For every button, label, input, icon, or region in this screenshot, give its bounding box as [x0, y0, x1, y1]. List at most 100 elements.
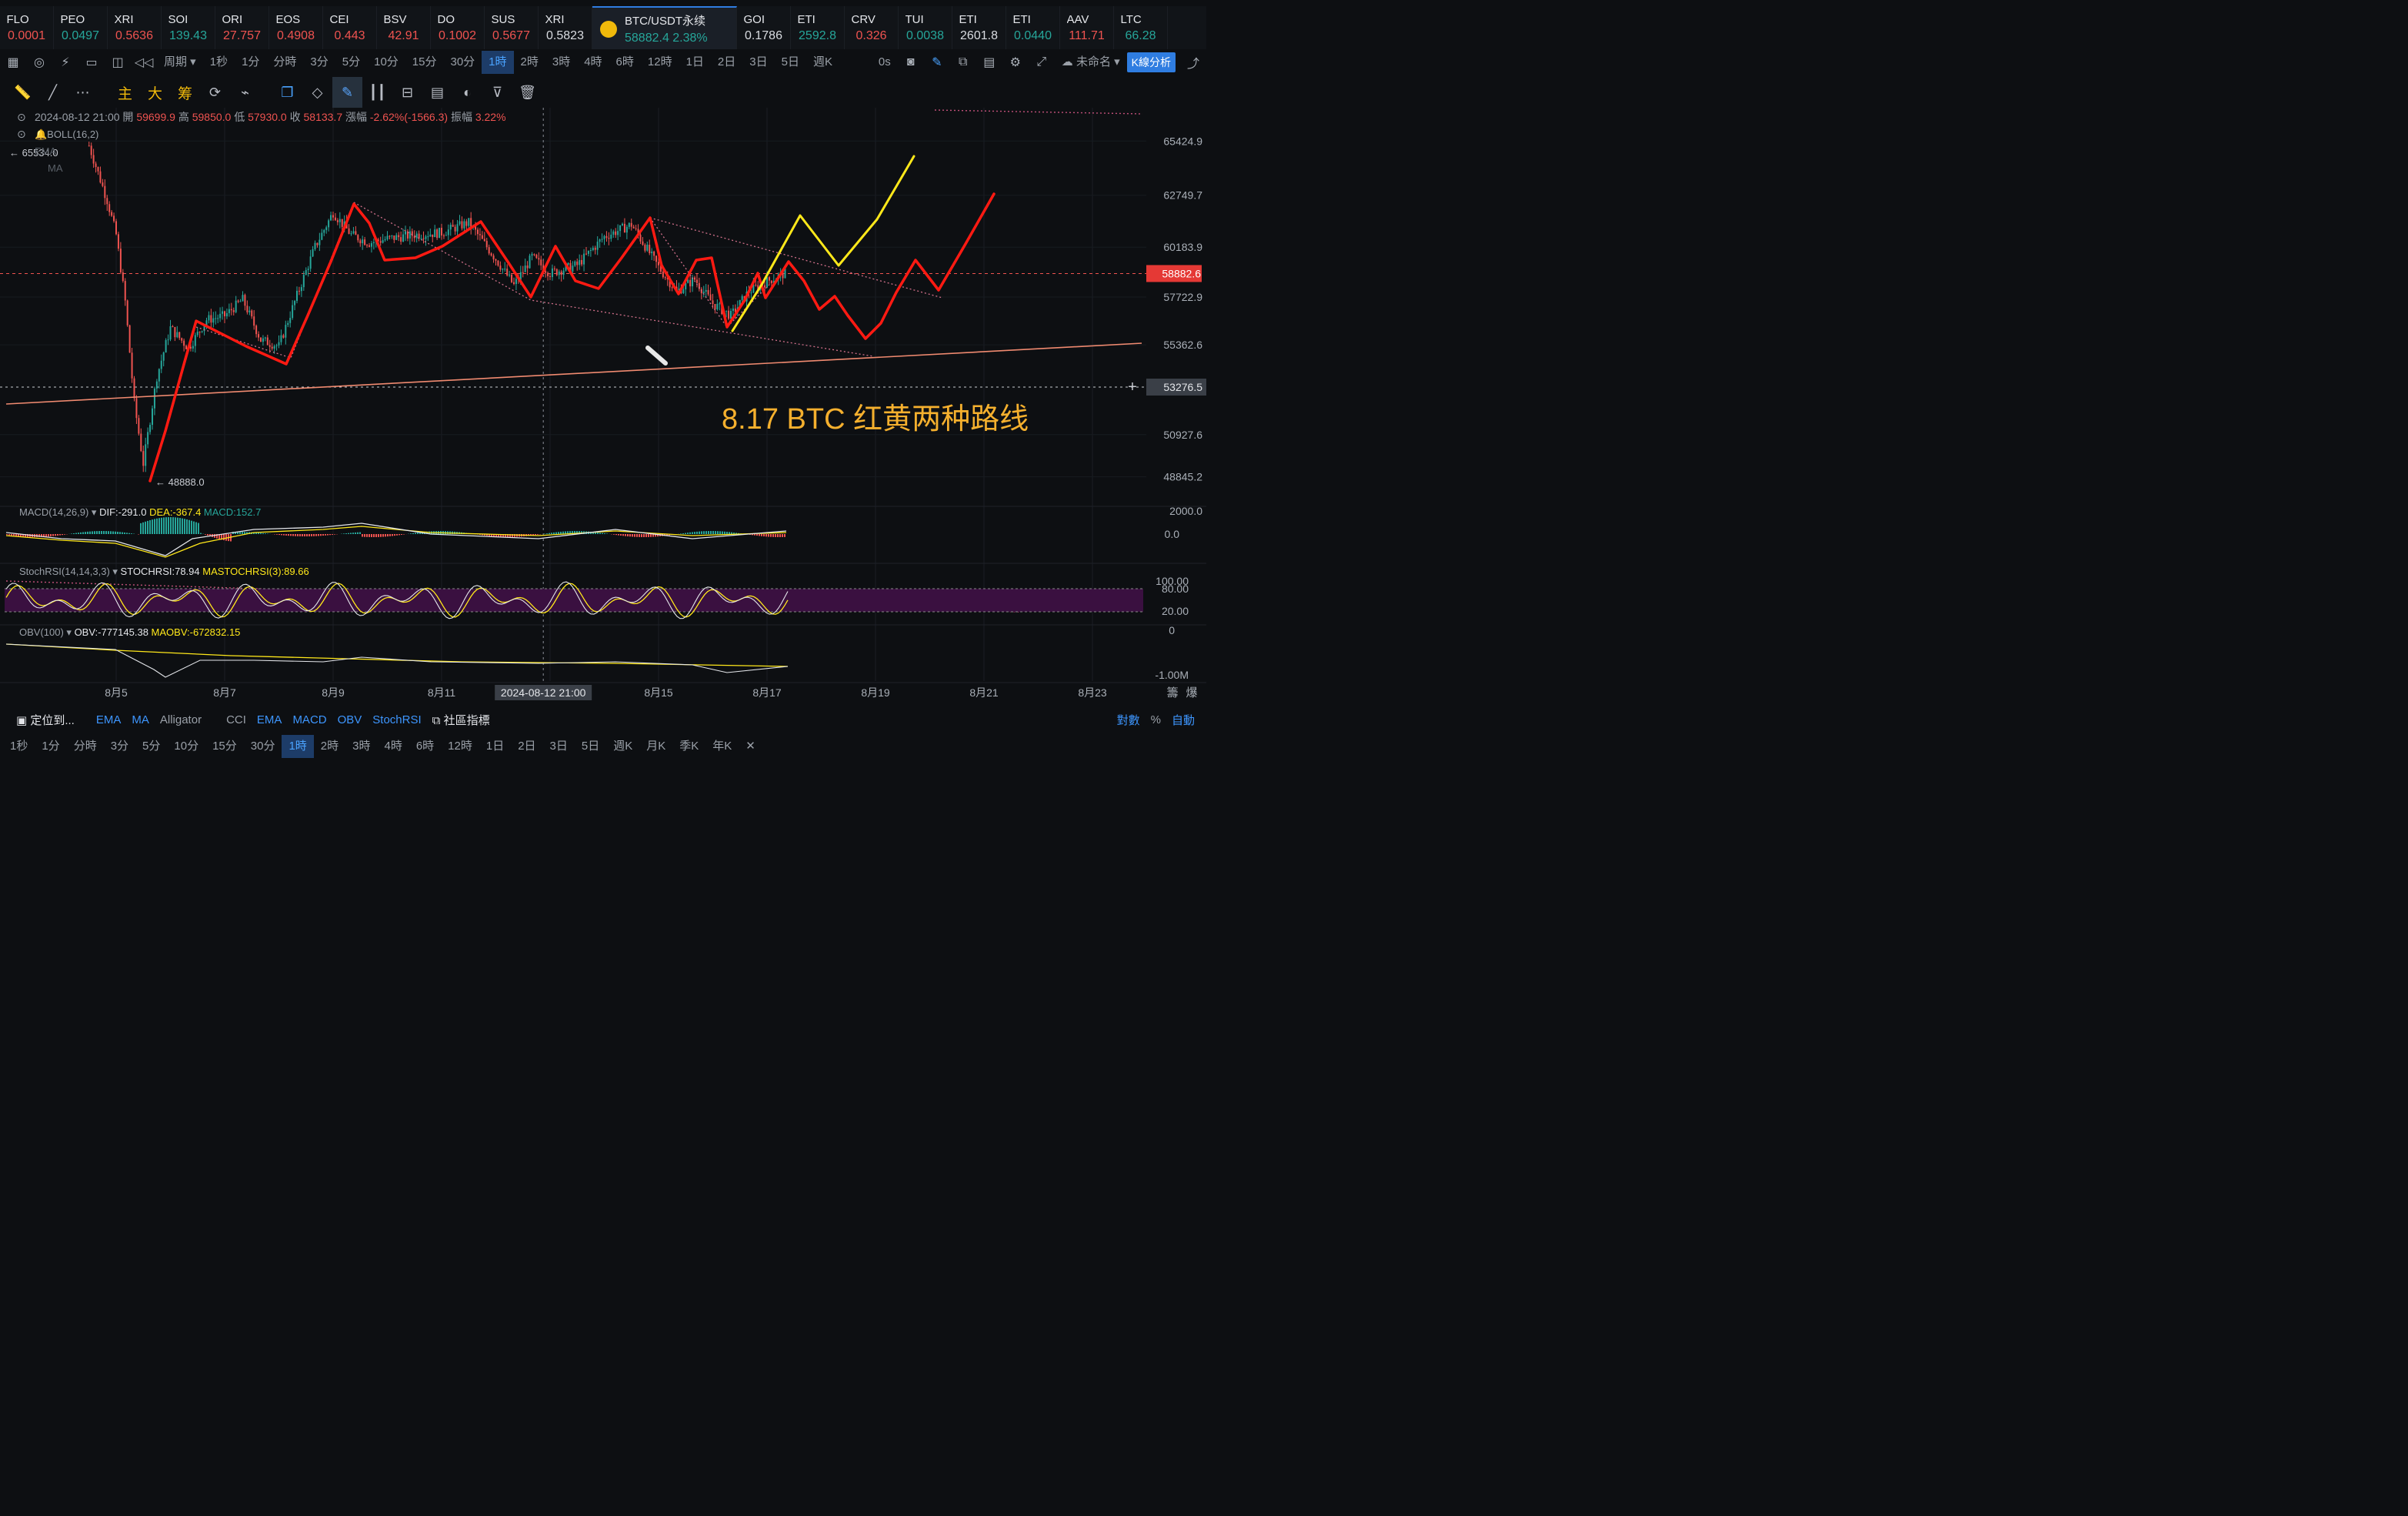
pen-icon[interactable]: ✎ [924, 51, 950, 74]
ticker-item[interactable]: CRV 0.326 [845, 6, 899, 49]
bolt-icon[interactable]: ⚡ [52, 51, 78, 74]
period-4[interactable]: 5分 [335, 51, 367, 74]
bottom-period-8[interactable]: 1時 [282, 735, 314, 758]
bottom-period-21[interactable]: 年K [705, 735, 739, 758]
period-13[interactable]: 12時 [641, 51, 679, 74]
period-1[interactable]: 1分 [235, 51, 266, 74]
period-8[interactable]: 1時 [482, 51, 514, 74]
bottom-period-7[interactable]: 30分 [244, 735, 282, 758]
bottom-period-6[interactable]: 15分 [205, 735, 244, 758]
auto-scale-toggle[interactable]: 自動 [1166, 712, 1200, 728]
close-icon[interactable]: ✕ [739, 735, 762, 758]
bottom-period-15[interactable]: 2日 [511, 735, 542, 758]
period-6[interactable]: 15分 [405, 51, 444, 74]
trash-icon[interactable]: 🗑 [512, 77, 542, 108]
tool-main[interactable]: 主 [110, 77, 140, 108]
ruler-icon[interactable]: 📏 [8, 77, 38, 108]
ticker-item[interactable]: ORI 27.757 [215, 6, 269, 49]
bottom-period-16[interactable]: 3日 [543, 735, 575, 758]
ticker-item[interactable]: TUI 0.0038 [899, 6, 952, 49]
visibility-icon[interactable]: ◐ [452, 77, 482, 108]
bottom-period-14[interactable]: 1日 [479, 735, 511, 758]
replay-icon[interactable]: ◁◁ [131, 51, 157, 74]
template-icon[interactable]: ▤ [422, 77, 452, 108]
bottom-period-5[interactable]: 10分 [167, 735, 205, 758]
period-11[interactable]: 4時 [577, 51, 609, 74]
ticker-item[interactable]: XRI 0.5636 [108, 6, 162, 49]
period-14[interactable]: 1日 [679, 51, 711, 74]
compass-icon[interactable]: ◎ [26, 51, 52, 74]
ticker-item[interactable]: XRI 0.5823 [539, 6, 592, 49]
ticker-item[interactable]: BSV 42.91 [377, 6, 431, 49]
log-scale-toggle[interactable]: 對數 [1112, 712, 1146, 728]
ticker-item[interactable]: ETI 0.0440 [1006, 6, 1060, 49]
chart-area[interactable]: 65424.9 62749.7 60183.9 57722.9 55362.6 50927… [0, 108, 1206, 704]
ticker-item[interactable]: SOI 139.43 [162, 6, 215, 49]
bottom-period-17[interactable]: 5日 [575, 735, 606, 758]
filter-icon[interactable]: ⊽ [482, 77, 512, 108]
ticker-item[interactable]: ETI 2592.8 [791, 6, 845, 49]
community-indicators[interactable]: ⧉ 社區指標 [427, 712, 495, 728]
period-5[interactable]: 10分 [367, 51, 405, 74]
indicator-ema[interactable]: EMA [252, 713, 288, 726]
chart-type-icon[interactable]: ▦ [0, 51, 26, 74]
brush-icon[interactable]: ✎ [332, 77, 362, 108]
period-dropdown[interactable]: 周期 ▾ [157, 51, 203, 74]
bottom-period-11[interactable]: 4時 [377, 735, 409, 758]
ticker-item[interactable]: AAV 111.71 [1060, 6, 1114, 49]
period-9[interactable]: 2時 [514, 51, 545, 74]
ticker-item[interactable]: ETI 2601.8 [952, 6, 1006, 49]
period-16[interactable]: 3日 [742, 51, 774, 74]
lock-icon[interactable]: ⊟ [392, 77, 422, 108]
ticker-item[interactable]: PEO 0.0497 [54, 6, 108, 49]
layout-icon[interactable]: ◫ [105, 51, 131, 74]
period-17[interactable]: 5日 [775, 51, 806, 74]
indicator-alligator[interactable]: Alligator [155, 713, 207, 726]
bottom-period-4[interactable]: 5分 [135, 735, 167, 758]
ticker-item[interactable]: EOS 0.4908 [269, 6, 323, 49]
camera-icon[interactable]: ◙ [898, 51, 924, 74]
price-chart[interactable]: 65424.9 62749.7 60183.9 57722.9 55362.6 50927… [0, 108, 1206, 704]
bottom-period-3[interactable]: 3分 [104, 735, 135, 758]
ticker-item[interactable]: SUS 0.5677 [485, 6, 539, 49]
copy-icon[interactable]: ❐ [272, 77, 302, 108]
indicator-ma[interactable]: MA [126, 713, 155, 726]
bottom-period-2[interactable]: 分時 [67, 735, 104, 758]
bottom-period-12[interactable]: 6時 [409, 735, 441, 758]
period-0[interactable]: 1秒 [203, 51, 235, 74]
more-icon[interactable]: ⋯ [68, 77, 98, 108]
period-7[interactable]: 30分 [443, 51, 482, 74]
bottom-period-10[interactable]: 3時 [345, 735, 377, 758]
percent-toggle[interactable]: % [1146, 713, 1166, 726]
ticker-item[interactable]: DO 0.1002 [431, 6, 485, 49]
fullscreen-icon[interactable]: ⤢ [1029, 51, 1055, 74]
bottom-period-20[interactable]: 季K [672, 735, 705, 758]
locate-button[interactable]: ▣ 定位到... [11, 712, 80, 728]
bottom-period-18[interactable]: 週K [606, 735, 639, 758]
share-icon[interactable]: ⤴ [1180, 51, 1206, 74]
calculator-icon[interactable]: ▤ [976, 51, 1002, 74]
indicator-macd[interactable]: MACD [287, 713, 332, 726]
indicator-obv[interactable]: OBV [332, 713, 368, 726]
ticker-item[interactable]: BTC/USDT永续 58882.4 2.38% [592, 6, 737, 49]
ticker-item[interactable]: LTC 66.28 [1114, 6, 1168, 49]
line-icon[interactable]: ╱ [38, 77, 68, 108]
ticker-item[interactable]: FLO 0.0001 [0, 6, 54, 49]
tool-big[interactable]: 大 [140, 77, 170, 108]
bottom-period-19[interactable]: 月K [639, 735, 672, 758]
ticker-item[interactable]: GOI 0.1786 [737, 6, 791, 49]
candle-icon[interactable]: ┃┃ [362, 77, 392, 108]
popout-icon[interactable]: ⧉ [950, 51, 976, 74]
indicator-ema[interactable]: EMA [91, 713, 127, 726]
bottom-period-1[interactable]: 1分 [35, 735, 66, 758]
indicator-stochrsi[interactable]: StochRSI [367, 713, 426, 726]
ticker-item[interactable]: CEI 0.443 [323, 6, 377, 49]
layout-name-dropdown[interactable]: ☁ 未命名 ▾ [1055, 51, 1127, 74]
bottom-period-13[interactable]: 12時 [441, 735, 479, 758]
period-15[interactable]: 2日 [711, 51, 742, 74]
period-18[interactable]: 週K [806, 51, 839, 74]
period-3[interactable]: 3分 [303, 51, 335, 74]
period-2[interactable]: 分時 [266, 51, 303, 74]
settings-icon[interactable]: ⚙ [1002, 51, 1029, 74]
k-analysis-button[interactable]: K線分析 [1126, 52, 1176, 72]
